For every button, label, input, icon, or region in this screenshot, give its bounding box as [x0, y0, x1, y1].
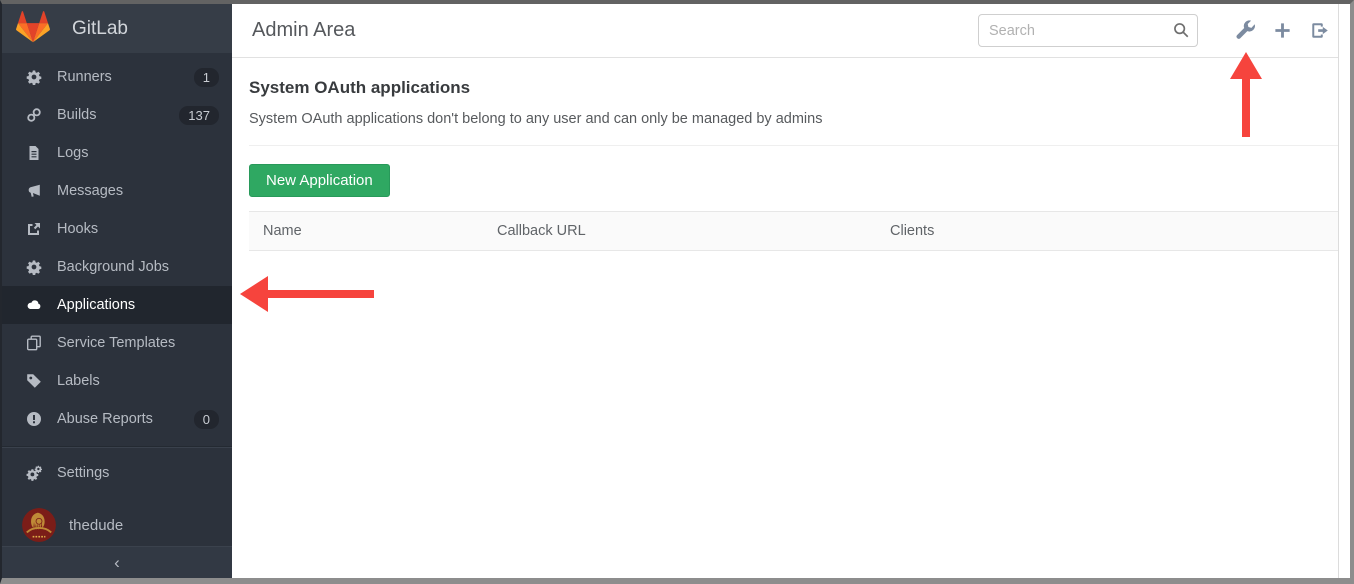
- sidebar-item-runners[interactable]: Runners 1: [2, 58, 232, 96]
- top-header: Admin Area: [232, 4, 1338, 58]
- sidebar-item-background-jobs[interactable]: Background Jobs: [2, 248, 232, 286]
- file-icon: [26, 145, 42, 161]
- sidebar-item-label: Applications: [57, 297, 135, 313]
- sidebar-item-label: Labels: [57, 373, 100, 389]
- sidebar: GitLab Runners 1 Builds 137: [2, 4, 232, 578]
- gitlab-logo[interactable]: GitLab: [2, 4, 232, 53]
- sidebar-item-messages[interactable]: Messages: [2, 172, 232, 210]
- sidebar-item-applications[interactable]: Applications: [2, 286, 232, 324]
- sidebar-item-label: Builds: [57, 107, 97, 123]
- divider: [249, 145, 1338, 146]
- chain-icon: [26, 107, 42, 123]
- exclamation-icon: [26, 411, 42, 427]
- count-badge: 137: [179, 106, 219, 125]
- wrench-icon[interactable]: [1235, 20, 1256, 41]
- main-area: Admin Area: [232, 4, 1338, 578]
- sidebar-item-label: Service Templates: [57, 335, 175, 351]
- user-avatar: [22, 508, 56, 542]
- sidebar-item-abuse-reports[interactable]: Abuse Reports 0: [2, 400, 232, 438]
- gears-icon: [26, 465, 42, 481]
- column-header-clients: Clients: [876, 212, 1338, 250]
- sign-out-icon[interactable]: [1309, 20, 1330, 41]
- section-heading: System OAuth applications: [249, 78, 1338, 98]
- app: GitLab Runners 1 Builds 137: [2, 4, 1350, 578]
- sidebar-item-label: Abuse Reports: [57, 411, 153, 427]
- sidebar-item-user-profile[interactable]: thedude: [2, 504, 232, 546]
- sidebar-item-label: Settings: [57, 465, 109, 481]
- new-application-button[interactable]: New Application: [249, 164, 390, 197]
- sidebar-item-label: Runners: [57, 69, 112, 85]
- oauth-applications-table: Name Callback URL Clients: [249, 211, 1338, 251]
- count-badge: 0: [194, 410, 219, 429]
- sidebar-item-settings[interactable]: Settings: [2, 454, 232, 492]
- sidebar-item-hooks[interactable]: Hooks: [2, 210, 232, 248]
- content: System OAuth applications System OAuth a…: [232, 58, 1338, 251]
- sidebar-item-builds[interactable]: Builds 137: [2, 96, 232, 134]
- external-link-icon: [26, 221, 42, 237]
- copy-icon: [26, 335, 42, 351]
- sidebar-collapse-button[interactable]: ‹: [2, 546, 232, 578]
- search-icon: [1172, 21, 1190, 44]
- gitlab-tanuki-icon: [16, 10, 50, 48]
- cloud-icon: [26, 297, 42, 313]
- column-header-callback: Callback URL: [483, 212, 876, 250]
- sidebar-item-labels[interactable]: Labels: [2, 362, 232, 400]
- user-name: thedude: [69, 517, 123, 534]
- megaphone-icon: [26, 183, 42, 199]
- search-input[interactable]: [978, 14, 1198, 47]
- gear-icon: [26, 69, 42, 85]
- page-title: Admin Area: [252, 19, 355, 42]
- logo-text: GitLab: [72, 18, 128, 40]
- sidebar-item-logs[interactable]: Logs: [2, 134, 232, 172]
- gear-icon: [26, 259, 42, 275]
- count-badge: 1: [194, 68, 219, 87]
- scrollbar-gutter[interactable]: [1338, 4, 1350, 578]
- plus-icon[interactable]: [1273, 21, 1292, 40]
- sidebar-item-label: Messages: [57, 183, 123, 199]
- search-box: [978, 14, 1198, 47]
- sidebar-item-label: Hooks: [57, 221, 98, 237]
- section-description: System OAuth applications don't belong t…: [249, 111, 1338, 127]
- sidebar-item-label: Logs: [57, 145, 88, 161]
- sidebar-nav: Runners 1 Builds 137 Logs: [2, 53, 232, 546]
- sidebar-divider: [2, 446, 232, 448]
- sidebar-item-label: Background Jobs: [57, 259, 169, 275]
- table-header-row: Name Callback URL Clients: [249, 212, 1338, 251]
- chevron-left-icon: ‹: [114, 553, 120, 573]
- window: GitLab Runners 1 Builds 137: [0, 0, 1354, 584]
- column-header-name: Name: [249, 212, 483, 250]
- sidebar-item-service-templates[interactable]: Service Templates: [2, 324, 232, 362]
- tag-icon: [26, 373, 42, 389]
- header-actions: [978, 14, 1330, 47]
